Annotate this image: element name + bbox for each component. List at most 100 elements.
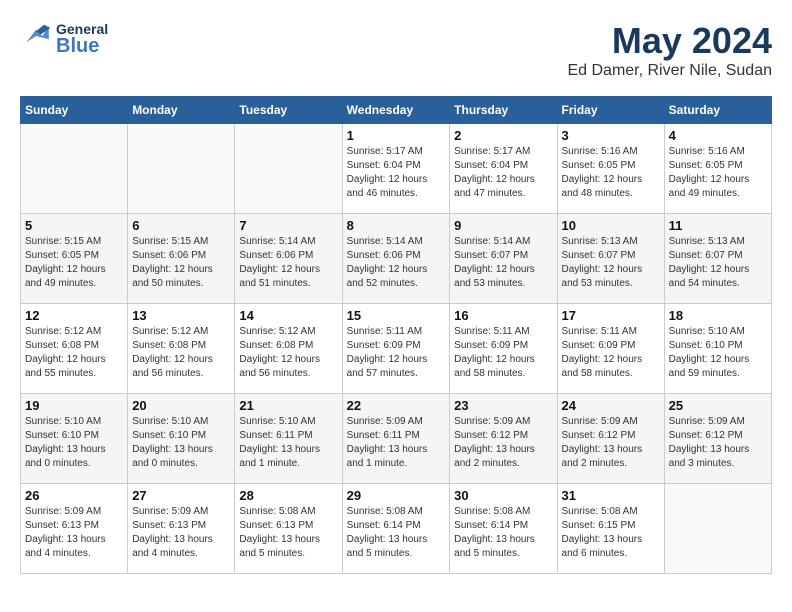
table-row: 24 Sunrise: 5:09 AM Sunset: 6:12 PM Dayli… xyxy=(557,394,664,484)
table-row: 28Sunrise: 5:08 AM Sunset: 6:13 PM Dayli… xyxy=(235,484,342,574)
day-number: 19 xyxy=(25,398,123,413)
table-row: 19Sunrise: 5:10 AM Sunset: 6:10 PM Dayli… xyxy=(21,394,128,484)
day-number: 14 xyxy=(239,308,337,323)
calendar-header-row: Sunday Monday Tuesday Wednesday Thursday… xyxy=(21,97,772,124)
logo-general: General xyxy=(56,22,108,36)
day-number: 12 xyxy=(25,308,123,323)
logo: General Blue xyxy=(20,20,108,57)
day-number: 30 xyxy=(454,488,552,503)
day-info: Sunrise: 5:12 AM Sunset: 6:08 PM Dayligh… xyxy=(132,325,230,381)
day-info: Sunrise: 5:08 AM Sunset: 6:15 PM Dayligh… xyxy=(562,505,660,561)
day-number: 7 xyxy=(239,218,337,233)
table-row: 1 Sunrise: 5:17 AM Sunset: 6:04 PM Daylig… xyxy=(342,124,450,214)
table-row: 29 Sunrise: 5:08 AM Sunset: 6:14 PM Dayli… xyxy=(342,484,450,574)
table-row xyxy=(235,124,342,214)
header-saturday: Saturday xyxy=(664,97,771,124)
day-info: Sunrise: 5:09 AM Sunset: 6:12 PM Dayligh… xyxy=(454,415,552,471)
calendar-week-row: 5 Sunrise: 5:15 AM Sunset: 6:05 PM Daylig… xyxy=(21,214,772,304)
table-row xyxy=(664,484,771,574)
day-number: 18 xyxy=(669,308,767,323)
logo-blue: Blue xyxy=(56,36,108,56)
day-number: 24 xyxy=(562,398,660,413)
day-info: Sunrise: 5:12 AM Sunset: 6:08 PM Dayligh… xyxy=(239,325,337,381)
header-sunday: Sunday xyxy=(21,97,128,124)
day-number: 5 xyxy=(25,218,123,233)
logo-icon xyxy=(20,20,52,57)
table-row xyxy=(128,124,235,214)
day-info: Sunrise: 5:09 AM Sunset: 6:13 PM Dayligh… xyxy=(132,505,230,561)
header-tuesday: Tuesday xyxy=(235,97,342,124)
table-row: 4 Sunrise: 5:16 AM Sunset: 6:05 PM Daylig… xyxy=(664,124,771,214)
day-number: 9 xyxy=(454,218,552,233)
day-info: Sunrise: 5:09 AM Sunset: 6:12 PM Dayligh… xyxy=(562,415,660,471)
day-info: Sunrise: 5:14 AM Sunset: 6:06 PM Dayligh… xyxy=(347,235,446,291)
table-row: 13 Sunrise: 5:12 AM Sunset: 6:08 PM Dayli… xyxy=(128,304,235,394)
day-number: 26 xyxy=(25,488,123,503)
table-row: 26Sunrise: 5:09 AM Sunset: 6:13 PM Dayli… xyxy=(21,484,128,574)
day-info: Sunrise: 5:11 AM Sunset: 6:09 PM Dayligh… xyxy=(562,325,660,381)
calendar-week-row: 1 Sunrise: 5:17 AM Sunset: 6:04 PM Daylig… xyxy=(21,124,772,214)
day-number: 22 xyxy=(347,398,446,413)
day-number: 6 xyxy=(132,218,230,233)
table-row: 17 Sunrise: 5:11 AM Sunset: 6:09 PM Dayli… xyxy=(557,304,664,394)
day-info: Sunrise: 5:17 AM Sunset: 6:04 PM Dayligh… xyxy=(454,145,552,201)
day-number: 8 xyxy=(347,218,446,233)
table-row: 7 Sunrise: 5:14 AM Sunset: 6:06 PM Daylig… xyxy=(235,214,342,304)
day-number: 28 xyxy=(239,488,337,503)
calendar-week-row: 26 Sunrise: 5:09 AM Sunset: 6:13 PM Dayli… xyxy=(21,484,772,574)
table-row: 31Sunrise: 5:08 AM Sunset: 6:15 PM Dayli… xyxy=(557,484,664,574)
day-info: Sunrise: 5:10 AM Sunset: 6:11 PM Dayligh… xyxy=(239,415,337,471)
table-row: 21 Sunrise: 5:10 AM Sunset: 6:11 PM Dayli… xyxy=(235,394,342,484)
day-number: 27 xyxy=(132,488,230,503)
day-info: Sunrise: 5:13 AM Sunset: 6:07 PM Dayligh… xyxy=(669,235,767,291)
table-row: 2Sunrise: 5:17 AM Sunset: 6:04 PM Daylig… xyxy=(450,124,557,214)
calendar-table: Sunday Monday Tuesday Wednesday Thursday… xyxy=(20,96,772,574)
day-number: 3 xyxy=(562,128,660,143)
header-monday: Monday xyxy=(128,97,235,124)
day-info: Sunrise: 5:15 AM Sunset: 6:06 PM Dayligh… xyxy=(132,235,230,291)
header-wednesday: Wednesday xyxy=(342,97,450,124)
table-row: 23 Sunrise: 5:09 AM Sunset: 6:12 PM Dayli… xyxy=(450,394,557,484)
header-thursday: Thursday xyxy=(450,97,557,124)
day-info: Sunrise: 5:09 AM Sunset: 6:12 PM Dayligh… xyxy=(669,415,767,471)
day-info: Sunrise: 5:12 AM Sunset: 6:08 PM Dayligh… xyxy=(25,325,123,381)
table-row: 3 Sunrise: 5:16 AM Sunset: 6:05 PM Daylig… xyxy=(557,124,664,214)
day-info: Sunrise: 5:08 AM Sunset: 6:14 PM Dayligh… xyxy=(454,505,552,561)
table-row: 16Sunrise: 5:11 AM Sunset: 6:09 PM Dayli… xyxy=(450,304,557,394)
day-info: Sunrise: 5:14 AM Sunset: 6:06 PM Dayligh… xyxy=(239,235,337,291)
table-row: 18 Sunrise: 5:10 AM Sunset: 6:10 PM Dayli… xyxy=(664,304,771,394)
day-number: 4 xyxy=(669,128,767,143)
day-info: Sunrise: 5:17 AM Sunset: 6:04 PM Dayligh… xyxy=(347,145,446,201)
day-info: Sunrise: 5:10 AM Sunset: 6:10 PM Dayligh… xyxy=(669,325,767,381)
day-info: Sunrise: 5:10 AM Sunset: 6:10 PM Dayligh… xyxy=(132,415,230,471)
location-title: Ed Damer, River Nile, Sudan xyxy=(567,62,772,80)
table-row: 10Sunrise: 5:13 AM Sunset: 6:07 PM Dayli… xyxy=(557,214,664,304)
table-row: 27 Sunrise: 5:09 AM Sunset: 6:13 PM Dayli… xyxy=(128,484,235,574)
table-row: 6 Sunrise: 5:15 AM Sunset: 6:06 PM Daylig… xyxy=(128,214,235,304)
table-row xyxy=(21,124,128,214)
header-friday: Friday xyxy=(557,97,664,124)
day-number: 1 xyxy=(347,128,446,143)
day-number: 20 xyxy=(132,398,230,413)
day-number: 23 xyxy=(454,398,552,413)
logo-text: General Blue xyxy=(56,22,108,56)
table-row: 9 Sunrise: 5:14 AM Sunset: 6:07 PM Daylig… xyxy=(450,214,557,304)
day-info: Sunrise: 5:15 AM Sunset: 6:05 PM Dayligh… xyxy=(25,235,123,291)
day-info: Sunrise: 5:14 AM Sunset: 6:07 PM Dayligh… xyxy=(454,235,552,291)
day-number: 29 xyxy=(347,488,446,503)
title-block: May 2024 Ed Damer, River Nile, Sudan xyxy=(567,20,772,80)
table-row: 20 Sunrise: 5:10 AM Sunset: 6:10 PM Dayli… xyxy=(128,394,235,484)
day-number: 13 xyxy=(132,308,230,323)
day-info: Sunrise: 5:08 AM Sunset: 6:14 PM Dayligh… xyxy=(347,505,446,561)
day-info: Sunrise: 5:11 AM Sunset: 6:09 PM Dayligh… xyxy=(347,325,446,381)
day-number: 17 xyxy=(562,308,660,323)
table-row: 14 Sunrise: 5:12 AM Sunset: 6:08 PM Dayli… xyxy=(235,304,342,394)
table-row: 8 Sunrise: 5:14 AM Sunset: 6:06 PM Daylig… xyxy=(342,214,450,304)
day-number: 21 xyxy=(239,398,337,413)
day-info: Sunrise: 5:11 AM Sunset: 6:09 PM Dayligh… xyxy=(454,325,552,381)
table-row: 25Sunrise: 5:09 AM Sunset: 6:12 PM Dayli… xyxy=(664,394,771,484)
table-row: 12 Sunrise: 5:12 AM Sunset: 6:08 PM Dayli… xyxy=(21,304,128,394)
day-info: Sunrise: 5:16 AM Sunset: 6:05 PM Dayligh… xyxy=(669,145,767,201)
page-header: General Blue May 2024 Ed Damer, River Ni… xyxy=(20,20,772,80)
day-info: Sunrise: 5:16 AM Sunset: 6:05 PM Dayligh… xyxy=(562,145,660,201)
